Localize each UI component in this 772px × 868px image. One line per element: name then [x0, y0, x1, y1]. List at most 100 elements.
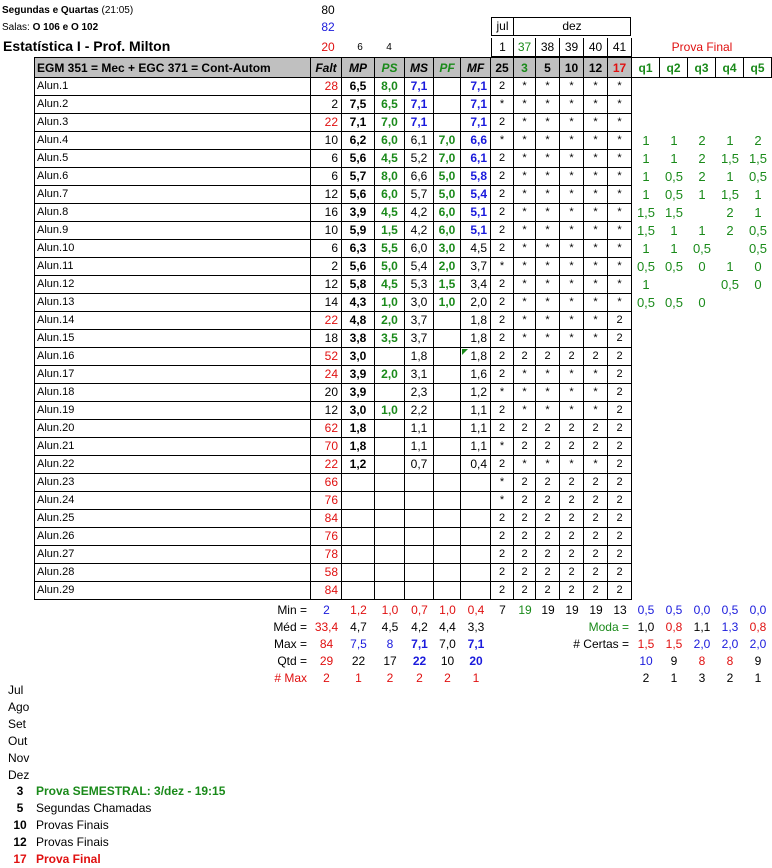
student-name[interactable]: Alun.11 [34, 258, 311, 276]
column-header[interactable]: q5 [744, 57, 772, 78]
grade-cell[interactable]: * [491, 492, 514, 510]
question-score[interactable] [744, 546, 772, 564]
question-score[interactable] [660, 114, 688, 132]
grade-cell[interactable]: 2 [491, 528, 514, 546]
stat-question-value[interactable]: 1 [744, 670, 772, 687]
student-name[interactable]: Alun.15 [34, 330, 311, 348]
question-score[interactable] [744, 528, 772, 546]
grade-cell[interactable]: * [514, 114, 536, 132]
stat-value[interactable]: 1,0 [434, 602, 461, 619]
grade-cell[interactable]: * [560, 330, 584, 348]
grade-cell[interactable]: 3,9 [342, 366, 375, 384]
question-score[interactable]: 1 [660, 150, 688, 168]
grade-cell[interactable]: * [536, 402, 560, 420]
grade-cell[interactable]: * [560, 114, 584, 132]
grade-cell[interactable]: * [584, 168, 608, 186]
question-score[interactable] [632, 456, 660, 474]
grade-cell[interactable]: 1,8 [461, 312, 491, 330]
grade-cell[interactable]: * [491, 384, 514, 402]
grade-cell[interactable] [342, 492, 375, 510]
stat-value[interactable]: 4,2 [405, 619, 434, 636]
grade-cell[interactable]: 7,1 [342, 114, 375, 132]
stat-label[interactable]: Max = [210, 636, 310, 653]
grade-cell[interactable]: * [536, 294, 560, 312]
grade-cell[interactable]: 2 [584, 438, 608, 456]
question-score[interactable]: 0,5 [688, 240, 716, 258]
question-score[interactable] [660, 492, 688, 510]
grade-cell[interactable]: 6,6 [461, 132, 491, 150]
question-score[interactable] [716, 78, 744, 96]
question-score[interactable]: 0 [744, 258, 772, 276]
grade-cell[interactable]: 2 [560, 564, 584, 582]
grade-cell[interactable]: 2 [608, 492, 632, 510]
grade-cell[interactable] [461, 564, 491, 582]
question-score[interactable]: 1 [716, 132, 744, 150]
grade-cell[interactable]: * [514, 294, 536, 312]
question-score[interactable]: 1 [632, 186, 660, 204]
column-header[interactable]: 10 [560, 57, 584, 78]
student-name[interactable]: Alun.3 [34, 114, 311, 132]
note-day[interactable]: 17 [8, 851, 32, 868]
stat-day-value[interactable]: 7 [491, 602, 514, 619]
grade-cell[interactable]: 7,1 [461, 96, 491, 114]
grade-cell[interactable]: * [560, 186, 584, 204]
grade-cell[interactable] [434, 528, 461, 546]
grade-cell[interactable]: * [608, 96, 632, 114]
grade-cell[interactable]: 28 [311, 78, 342, 96]
question-score[interactable] [744, 366, 772, 384]
grade-cell[interactable]: * [584, 384, 608, 402]
student-name[interactable]: Alun.27 [34, 546, 311, 564]
grade-cell[interactable]: * [560, 312, 584, 330]
grade-cell[interactable] [434, 582, 461, 600]
grade-cell[interactable]: 2 [491, 510, 514, 528]
grade-cell[interactable]: 2 [584, 528, 608, 546]
student-name[interactable]: Alun.9 [34, 222, 311, 240]
question-score[interactable] [660, 438, 688, 456]
grade-cell[interactable] [375, 420, 405, 438]
grade-cell[interactable]: 1,8 [405, 348, 434, 366]
student-name[interactable]: Alun.28 [34, 564, 311, 582]
question-score[interactable] [744, 96, 772, 114]
question-score[interactable]: 1 [716, 168, 744, 186]
grade-cell[interactable]: 2 [536, 546, 560, 564]
grade-cell[interactable]: 1,0 [434, 294, 461, 312]
stat-value[interactable]: 1 [461, 670, 491, 687]
column-header[interactable]: MP [342, 57, 375, 78]
grade-cell[interactable] [434, 96, 461, 114]
grade-cell[interactable]: 84 [311, 510, 342, 528]
grade-cell[interactable]: 58 [311, 564, 342, 582]
grade-cell[interactable]: * [584, 258, 608, 276]
question-score[interactable] [660, 384, 688, 402]
question-score[interactable]: 2 [688, 132, 716, 150]
column-header[interactable]: Falt [311, 57, 342, 78]
grade-cell[interactable]: * [536, 384, 560, 402]
student-name[interactable]: Alun.5 [34, 150, 311, 168]
stat-question-value[interactable]: 2 [632, 670, 660, 687]
grade-cell[interactable] [342, 474, 375, 492]
grade-cell[interactable]: 2 [608, 312, 632, 330]
student-name[interactable]: Alun.7 [34, 186, 311, 204]
grade-cell[interactable]: * [514, 96, 536, 114]
grade-cell[interactable]: * [514, 150, 536, 168]
grade-cell[interactable]: 4,3 [342, 294, 375, 312]
question-score[interactable] [716, 330, 744, 348]
grade-cell[interactable]: * [584, 186, 608, 204]
grade-cell[interactable]: 20 [311, 384, 342, 402]
grade-cell[interactable]: * [514, 204, 536, 222]
grade-cell[interactable] [405, 546, 434, 564]
grade-cell[interactable] [461, 546, 491, 564]
grade-cell[interactable]: 2 [560, 528, 584, 546]
question-score[interactable] [744, 78, 772, 96]
question-score[interactable]: 1 [660, 132, 688, 150]
grade-cell[interactable]: 6,0 [434, 204, 461, 222]
grade-cell[interactable]: 6,0 [405, 240, 434, 258]
grade-cell[interactable]: 2 [514, 492, 536, 510]
question-score[interactable] [660, 564, 688, 582]
grade-cell[interactable]: 5,5 [375, 240, 405, 258]
month-label[interactable]: Out [8, 733, 48, 750]
note-day[interactable]: 3 [8, 783, 32, 800]
grade-cell[interactable]: 5,7 [405, 186, 434, 204]
question-score[interactable]: 0,5 [632, 294, 660, 312]
note-text[interactable]: Provas Finais [36, 834, 336, 851]
question-score[interactable] [632, 78, 660, 96]
